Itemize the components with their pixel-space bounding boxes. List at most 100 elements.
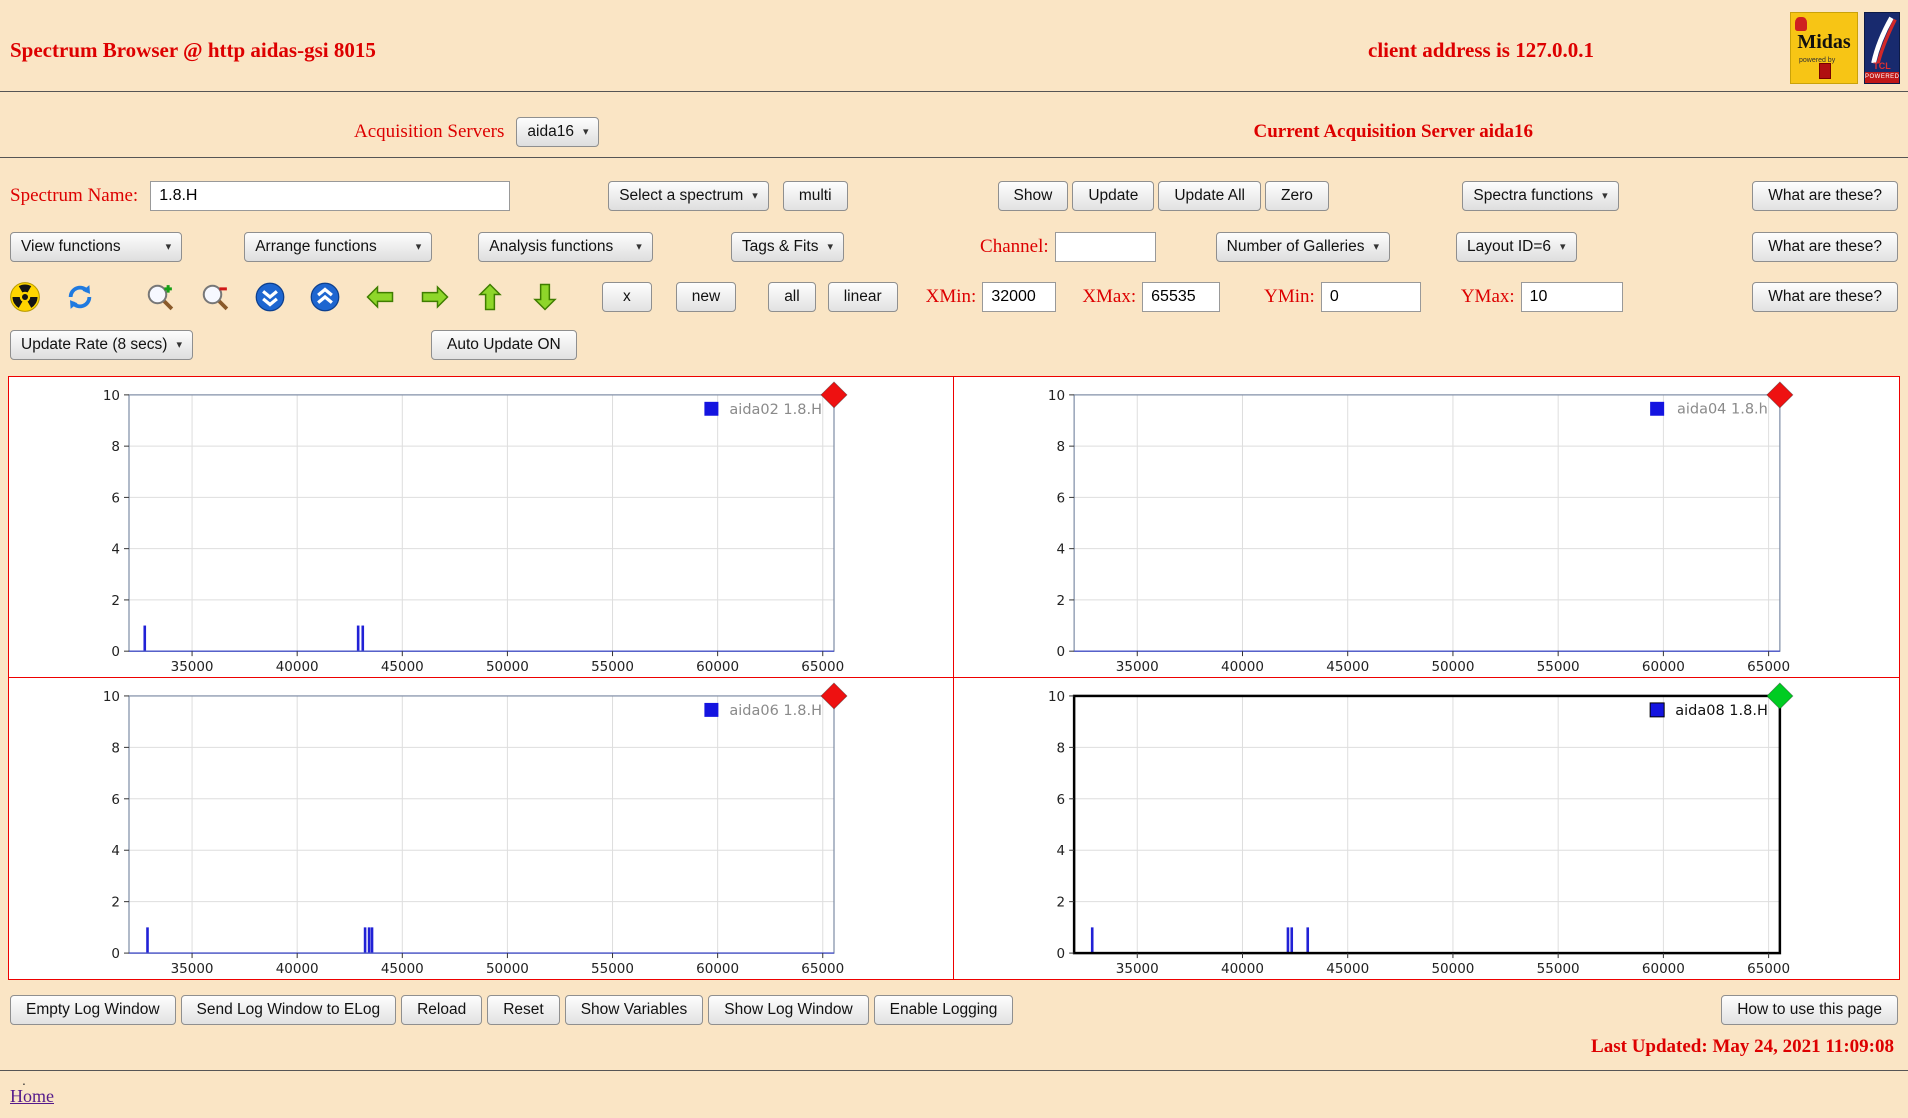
- all-button[interactable]: all: [768, 282, 816, 312]
- analysis-functions-dropdown[interactable]: Analysis functions ▾: [478, 232, 653, 262]
- linear-button[interactable]: linear: [827, 282, 898, 312]
- client-address: client address is 127.0.0.1: [1368, 38, 1594, 62]
- svg-text:4: 4: [1057, 543, 1066, 558]
- select-value: Tags & Fits: [741, 238, 819, 255]
- pan-down-icon[interactable]: [530, 282, 560, 312]
- xmin-input[interactable]: [982, 282, 1057, 312]
- toolbar-row: x new all linear XMin: XMax: YMin: YMax:…: [10, 278, 1898, 316]
- page-title: Spectrum Browser @ http aidas-gsi 8015: [10, 38, 376, 62]
- svg-text:65000: 65000: [1747, 660, 1790, 675]
- svg-text:45000: 45000: [1326, 660, 1369, 675]
- home-link[interactable]: Home: [10, 1086, 54, 1107]
- svg-text:8: 8: [111, 740, 120, 756]
- chevron-down-icon: ▾: [582, 125, 589, 138]
- svg-text:2: 2: [1057, 895, 1066, 911]
- svg-text:50000: 50000: [486, 660, 529, 675]
- pan-left-icon[interactable]: [365, 282, 395, 312]
- svg-text:10: 10: [1048, 389, 1065, 404]
- tcl-powered-logo: TCL POWERED: [1864, 12, 1900, 84]
- tcl-powered-text: POWERED: [1865, 72, 1899, 83]
- spectrum-plot-2[interactable]: 35000 40000 45000 50000 55000 60000 65000 0 2 4 6 8…: [954, 377, 1899, 678]
- svg-text:55000: 55000: [1537, 660, 1580, 675]
- update-button[interactable]: Update: [1072, 181, 1155, 211]
- select-value: Layout ID=6: [1467, 238, 1552, 255]
- enable-logging-button[interactable]: Enable Logging: [873, 995, 1014, 1025]
- chevron-down-icon: ▾: [1560, 240, 1566, 253]
- svg-text:60000: 60000: [1642, 660, 1685, 675]
- svg-text:6: 6: [111, 792, 120, 808]
- svg-text:50000: 50000: [1431, 660, 1474, 675]
- ymin-label: YMin:: [1264, 286, 1315, 307]
- x-button[interactable]: x: [602, 282, 652, 312]
- svg-text:45000: 45000: [381, 660, 424, 675]
- refresh-icon[interactable]: [65, 282, 95, 312]
- svg-text:4: 4: [111, 843, 120, 859]
- zoom-in-icon[interactable]: [145, 282, 175, 312]
- show-log-window-button[interactable]: Show Log Window: [708, 995, 869, 1025]
- svg-text:0: 0: [111, 946, 120, 962]
- update-all-button[interactable]: Update All: [1158, 181, 1261, 211]
- svg-text:40000: 40000: [1221, 961, 1264, 977]
- arrange-functions-dropdown[interactable]: Arrange functions ▾: [244, 232, 433, 262]
- svg-text:2: 2: [1057, 594, 1066, 609]
- chevron-down-icon: ▾: [165, 240, 172, 253]
- spectrum-row: Spectrum Name: Select a spectrum ▾ multi…: [10, 178, 1898, 214]
- svg-text:6: 6: [1057, 792, 1066, 808]
- select-spectrum-dropdown[interactable]: Select a spectrum ▾: [608, 181, 769, 211]
- xmax-input[interactable]: [1142, 282, 1221, 312]
- what-are-these-button[interactable]: What are these?: [1752, 232, 1898, 262]
- select-value: Spectra functions: [1473, 187, 1594, 204]
- midas-figure-icon: [1795, 17, 1807, 31]
- what-are-these-button[interactable]: What are these?: [1752, 181, 1898, 211]
- chevron-down-icon: ▾: [636, 240, 642, 253]
- tags-fits-dropdown[interactable]: Tags & Fits ▾: [730, 232, 845, 262]
- reload-button[interactable]: Reload: [401, 995, 483, 1025]
- spectrum-plot-1[interactable]: 35000 40000 45000 50000 55000 60000 65000 0 2 4 6 8…: [9, 377, 954, 678]
- svg-text:10: 10: [103, 689, 120, 705]
- how-to-use-button[interactable]: How to use this page: [1721, 995, 1898, 1025]
- pan-up-icon[interactable]: [475, 282, 505, 312]
- chevron-down-icon: ▾: [415, 240, 422, 253]
- zoom-out-icon[interactable]: [200, 282, 230, 312]
- auto-update-button[interactable]: Auto Update ON: [431, 330, 577, 360]
- show-button[interactable]: Show: [997, 181, 1069, 211]
- spectrum-plot-4[interactable]: 35000 40000 45000 50000 55000 60000 65000 0 2 4 6 8…: [954, 678, 1899, 979]
- radioactive-icon[interactable]: [10, 282, 40, 312]
- ymin-input[interactable]: [1320, 282, 1421, 312]
- scroll-up-icon[interactable]: [310, 282, 340, 312]
- xmax-label: XMax:: [1082, 286, 1137, 307]
- channel-input[interactable]: [1054, 232, 1156, 262]
- acquisition-server-select[interactable]: aida16 ▾: [516, 117, 600, 147]
- svg-text:60000: 60000: [1642, 961, 1685, 977]
- chevron-down-icon: ▾: [752, 189, 758, 202]
- svg-text:8: 8: [1057, 440, 1066, 455]
- view-functions-dropdown[interactable]: View functions ▾: [10, 232, 183, 262]
- chevron-down-icon: ▾: [1373, 240, 1379, 253]
- multi-button[interactable]: multi: [782, 181, 848, 211]
- layout-id-dropdown[interactable]: Layout ID=6 ▾: [1456, 232, 1577, 262]
- empty-log-window-button[interactable]: Empty Log Window: [10, 995, 176, 1025]
- svg-text:60000: 60000: [696, 961, 739, 977]
- svg-text:65000: 65000: [801, 660, 844, 675]
- spectrum-name-input[interactable]: [150, 181, 511, 211]
- update-rate-dropdown[interactable]: Update Rate (8 secs) ▾: [10, 330, 193, 360]
- pan-right-icon[interactable]: [420, 282, 450, 312]
- spectrum-plot-3[interactable]: 35000 40000 45000 50000 55000 60000 65000 0 2 4 6 8…: [9, 678, 954, 979]
- send-log-to-elog-button[interactable]: Send Log Window to ELog: [180, 995, 397, 1025]
- spectrum-name-label: Spectrum Name:: [10, 185, 139, 206]
- spectra-functions-dropdown[interactable]: Spectra functions ▾: [1462, 181, 1619, 211]
- svg-text:55000: 55000: [591, 961, 634, 977]
- new-button[interactable]: new: [675, 282, 737, 312]
- zero-button[interactable]: Zero: [1264, 181, 1329, 211]
- svg-text:6: 6: [1057, 491, 1066, 506]
- divider: [0, 157, 1908, 158]
- number-of-galleries-dropdown[interactable]: Number of Galleries ▾: [1215, 232, 1390, 262]
- reset-button[interactable]: Reset: [487, 995, 560, 1025]
- svg-text:55000: 55000: [1537, 961, 1580, 977]
- svg-text:0: 0: [1057, 645, 1066, 660]
- what-are-these-button[interactable]: What are these?: [1752, 282, 1898, 312]
- show-variables-button[interactable]: Show Variables: [564, 995, 704, 1025]
- scroll-down-icon[interactable]: [255, 282, 285, 312]
- ymax-input[interactable]: [1520, 282, 1623, 312]
- svg-text:35000: 35000: [171, 660, 214, 675]
